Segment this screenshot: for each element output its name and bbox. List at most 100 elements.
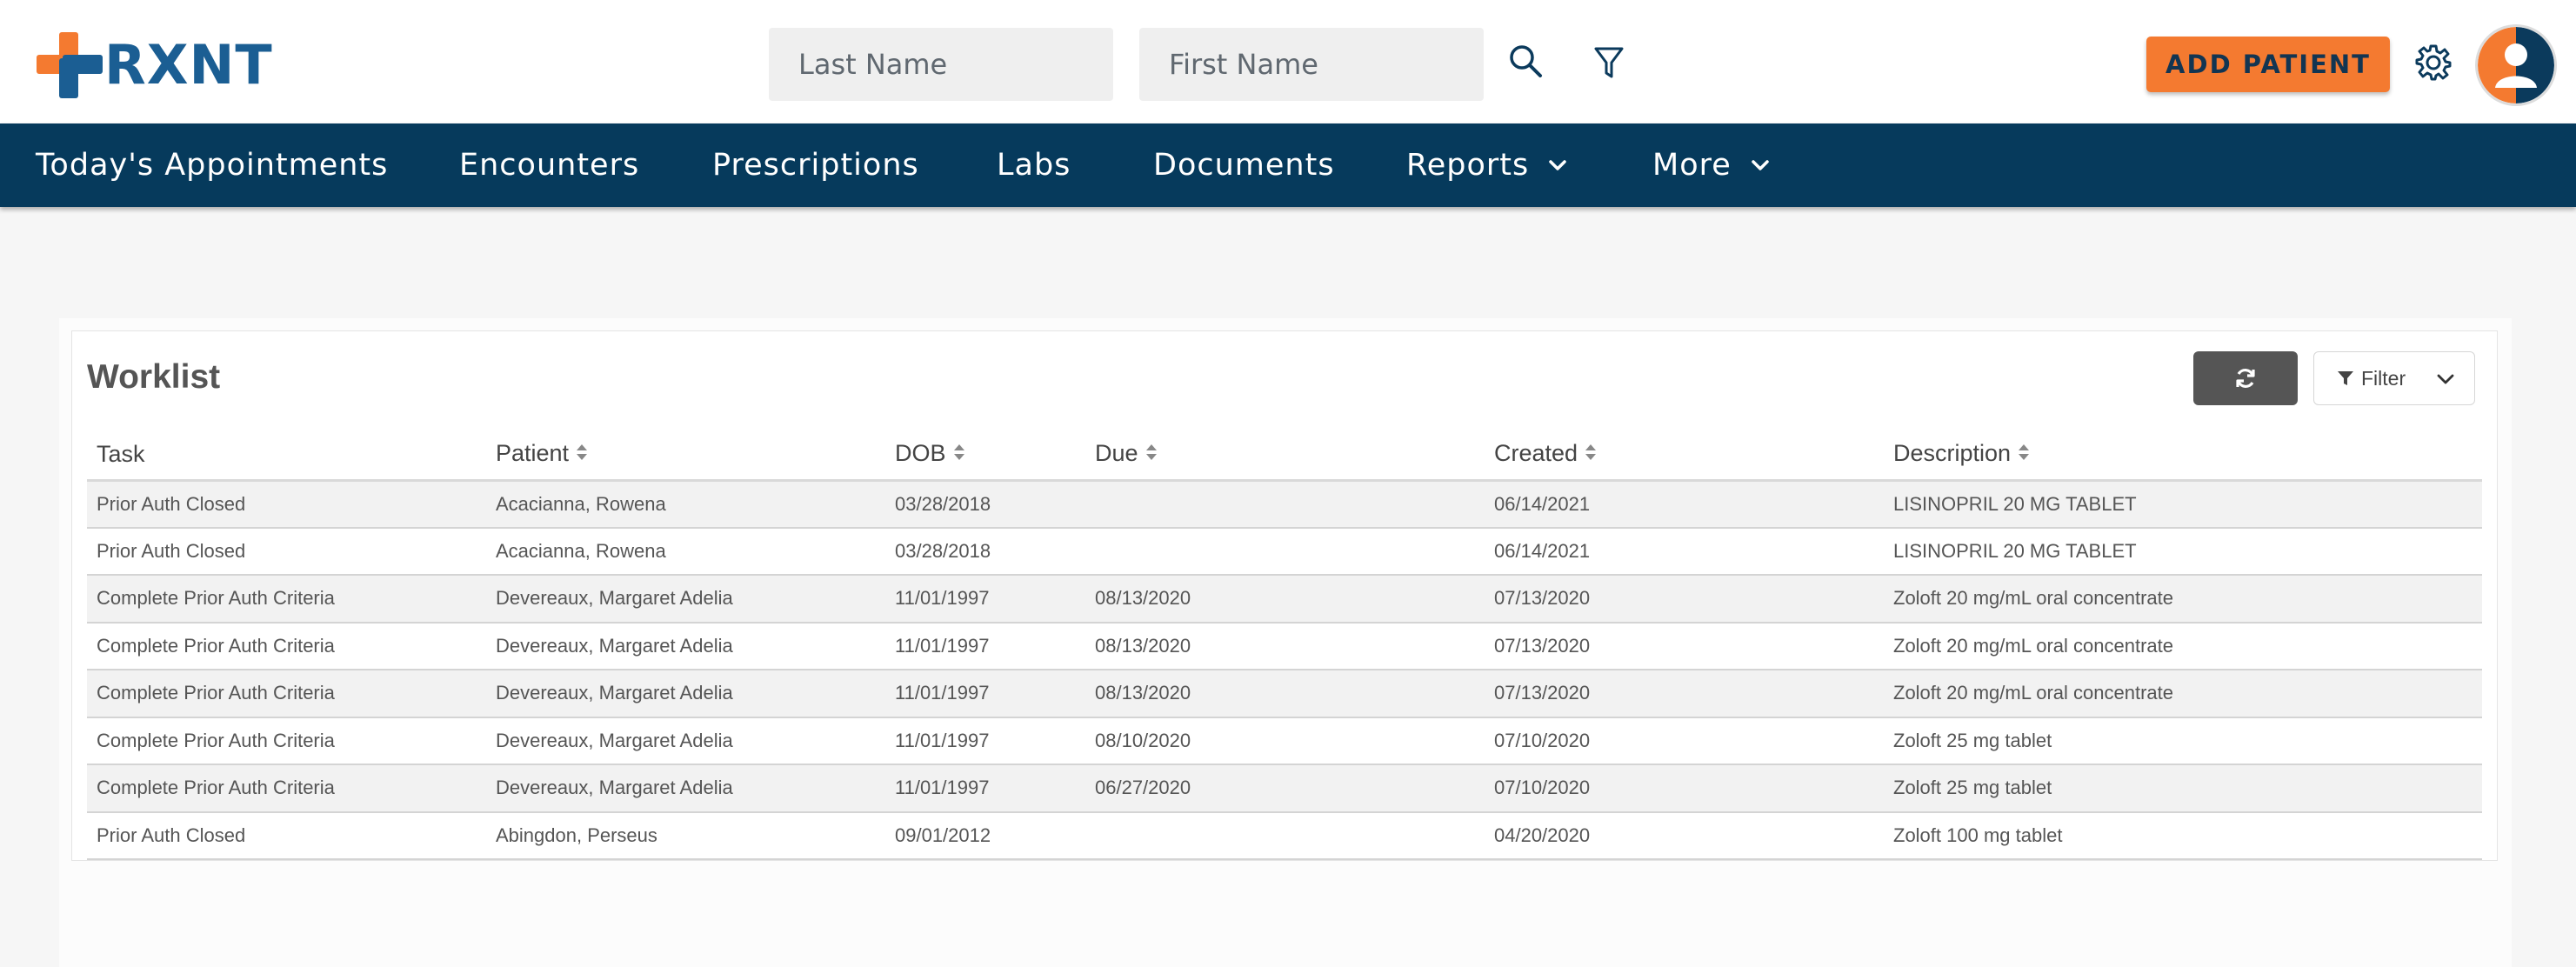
column-header-created[interactable]: Created [1485,430,1884,482]
search-button[interactable] [1503,38,1548,83]
cell-due [1085,811,1485,860]
cell-task: Prior Auth Closed [87,480,486,529]
cell-description: Zoloft 20 mg/mL oral concentrate [1884,622,2482,670]
column-header-task: Task [87,430,486,482]
cell-description: Zoloft 20 mg/mL oral concentrate [1884,670,2482,718]
cell-patient: Acacianna, Rowena [486,527,885,576]
cell-task: Complete Prior Auth Criteria [87,670,486,718]
cell-patient: Acacianna, Rowena [486,480,885,529]
rxnt-logo[interactable]: RXNT [37,31,273,99]
cell-description: LISINOPRIL 20 MG TABLET [1884,527,2482,576]
cell-dob: 11/01/1997 [885,575,1085,624]
cell-created: 06/14/2021 [1485,527,1884,576]
last-name-search-input[interactable] [769,28,1113,101]
main-nav: Today's Appointments Encounters Prescrip… [0,123,2576,207]
nav-reports[interactable]: Reports [1406,123,1567,207]
cell-patient: Devereaux, Margaret Adelia [486,670,885,718]
cell-task: Complete Prior Auth Criteria [87,575,486,624]
cross-logo-icon [37,32,103,98]
cell-patient: Devereaux, Margaret Adelia [486,622,885,670]
table-row[interactable]: Complete Prior Auth Criteria Devereaux, … [87,717,2482,765]
cell-patient: Devereaux, Margaret Adelia [486,717,885,765]
sort-icon[interactable] [953,441,965,468]
funnel-icon [2338,371,2353,385]
cell-due: 08/10/2020 [1085,717,1485,765]
sort-icon[interactable] [576,441,588,468]
cell-task: Complete Prior Auth Criteria [87,717,486,765]
table-row[interactable]: Complete Prior Auth Criteria Devereaux, … [87,764,2482,813]
search-icon [1510,45,1542,77]
settings-button[interactable] [2409,38,2458,87]
column-header-patient[interactable]: Patient [486,430,885,482]
cell-description: Zoloft 100 mg tablet [1884,811,2482,860]
cell-due: 06/27/2020 [1085,764,1485,813]
filter-label: Filter [2361,366,2406,390]
nav-documents[interactable]: Documents [1153,123,1335,207]
refresh-icon [2236,369,2255,388]
cell-description: LISINOPRIL 20 MG TABLET [1884,480,2482,529]
cell-due: 08/13/2020 [1085,622,1485,670]
cell-task: Complete Prior Auth Criteria [87,622,486,670]
nav-more[interactable]: More [1652,123,1770,207]
sort-icon[interactable] [1145,441,1158,468]
chevron-down-icon [2436,370,2455,393]
cell-created: 04/20/2020 [1485,811,1884,860]
user-avatar[interactable] [2475,24,2557,106]
column-header-due[interactable]: Due [1085,430,1485,482]
logo-text: RXNT [104,33,273,97]
table-row[interactable]: Prior Auth Closed Acacianna, Rowena 03/2… [87,480,2482,529]
cell-dob: 11/01/1997 [885,764,1085,813]
table-row[interactable]: Complete Prior Auth Criteria Devereaux, … [87,670,2482,718]
cell-dob: 11/01/1997 [885,670,1085,718]
column-header-description[interactable]: Description [1884,430,2482,482]
cell-created: 07/13/2020 [1485,622,1884,670]
top-header: RXNT ADD PATIENT [0,0,2576,123]
cell-created: 07/10/2020 [1485,764,1884,813]
cell-created: 06/14/2021 [1485,480,1884,529]
add-patient-button[interactable]: ADD PATIENT [2146,37,2390,92]
cell-dob: 03/28/2018 [885,480,1085,529]
nav-todays-appointments[interactable]: Today's Appointments [36,123,388,207]
gear-icon [2415,44,2452,81]
table-row[interactable]: Complete Prior Auth Criteria Devereaux, … [87,622,2482,670]
cell-description: Zoloft 25 mg tablet [1884,764,2482,813]
cell-created: 07/10/2020 [1485,717,1884,765]
nav-encounters[interactable]: Encounters [459,123,639,207]
cell-due [1085,527,1485,576]
worklist-table: Task Patient DOB Due Created Description… [87,430,2482,860]
worklist-filter-dropdown[interactable]: Filter [2313,351,2475,405]
cell-due [1085,480,1485,529]
cell-description: Zoloft 25 mg tablet [1884,717,2482,765]
chevron-down-icon [1751,159,1770,171]
nav-prescriptions[interactable]: Prescriptions [712,123,919,207]
refresh-button[interactable] [2193,351,2298,405]
cell-dob: 11/01/1997 [885,717,1085,765]
cell-dob: 11/01/1997 [885,622,1085,670]
cell-patient: Devereaux, Margaret Adelia [486,575,885,624]
cell-due: 08/13/2020 [1085,670,1485,718]
cell-task: Prior Auth Closed [87,811,486,860]
user-avatar-icon [2478,27,2554,103]
cell-dob: 09/01/2012 [885,811,1085,860]
first-name-search-input[interactable] [1139,28,1484,101]
cell-due: 08/13/2020 [1085,575,1485,624]
worklist-title: Worklist [87,358,221,396]
cell-created: 07/13/2020 [1485,575,1884,624]
sort-icon[interactable] [1585,441,1597,468]
nav-labs[interactable]: Labs [997,123,1071,207]
chevron-down-icon [1548,159,1567,171]
nav-more-label: More [1652,148,1732,183]
cell-dob: 03/28/2018 [885,527,1085,576]
table-row[interactable]: Complete Prior Auth Criteria Devereaux, … [87,575,2482,624]
cell-task: Complete Prior Auth Criteria [87,764,486,813]
column-header-dob[interactable]: DOB [885,430,1085,482]
filter-button[interactable] [1585,38,1633,87]
sort-icon[interactable] [2018,441,2030,468]
cell-patient: Abingdon, Perseus [486,811,885,860]
funnel-icon [1594,47,1624,78]
cell-task: Prior Auth Closed [87,527,486,576]
cell-created: 07/13/2020 [1485,670,1884,718]
table-row[interactable]: Prior Auth Closed Abingdon, Perseus 09/0… [87,811,2482,860]
table-row[interactable]: Prior Auth Closed Acacianna, Rowena 03/2… [87,527,2482,576]
table-header-row: Task Patient DOB Due Created Description [87,430,2482,482]
